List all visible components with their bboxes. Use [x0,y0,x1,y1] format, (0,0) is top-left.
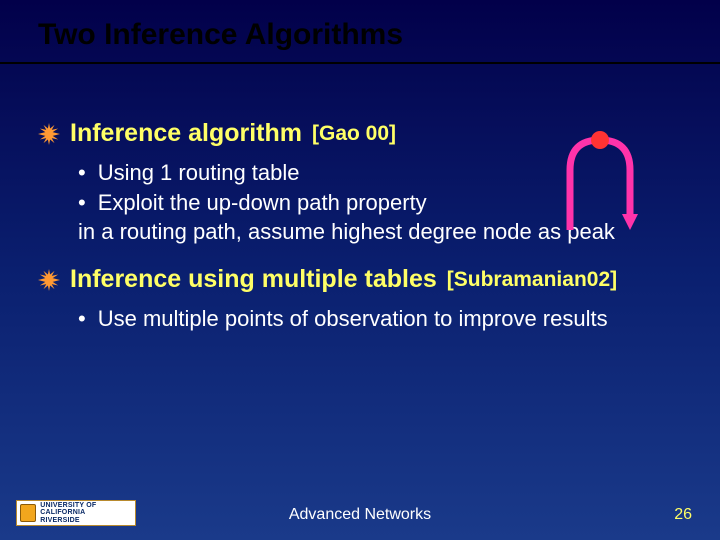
peak-node-diagram [550,130,660,240]
slide-title: Two Inference Algorithms [38,18,690,52]
bullet-text: Using 1 routing table [98,158,300,188]
footer: UNIVERSITY OF CALIFORNIA RIVERSIDE Advan… [0,496,720,526]
section-heading-2: Inference using multiple tables [Subrama… [38,265,690,294]
bullet-text: Use multiple points of observation to im… [98,304,608,334]
section-heading-1-text: Inference algorithm [70,119,302,148]
section-heading-2-text: Inference using multiple tables [70,265,437,294]
section-2-bullets: • Use multiple points of observation to … [78,304,690,334]
star-burst-icon [38,269,60,291]
star-burst-icon [38,123,60,145]
title-underline [0,62,720,64]
bullet-dot: • [78,158,86,188]
slide: Two Inference Algorithms Inference algor… [0,0,720,540]
section-1-citation: [Gao 00] [312,122,396,146]
page-number: 26 [674,506,692,524]
footer-title: Advanced Networks [0,506,720,524]
list-item: • Use multiple points of observation to … [78,304,690,334]
bullet-dot: • [78,304,86,334]
bullet-text: Exploit the up-down path property [98,188,427,218]
section-2-citation: [Subramanian02] [447,268,617,292]
bullet-dot: • [78,188,86,218]
